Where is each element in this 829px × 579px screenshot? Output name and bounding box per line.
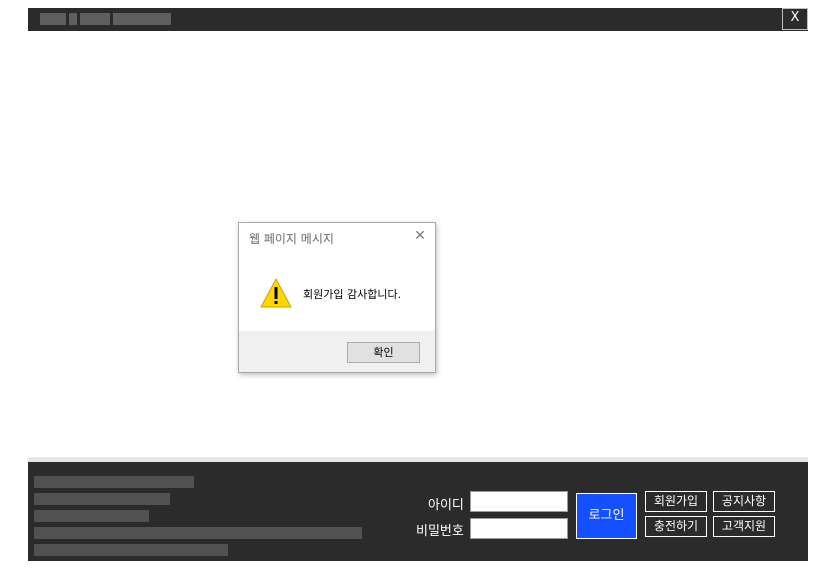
warning-icon [260, 277, 292, 308]
footer-bar: 아이디 비밀번호 로그인 회원가입 공지사항 충전하기 고객지원 [28, 462, 808, 561]
notice-button[interactable]: 공지사항 [713, 491, 775, 512]
message-dialog: 웹 페이지 메시지 ✕ 회원가입 감사합니다. 확인 [238, 222, 436, 373]
id-label: 아이디 [428, 498, 464, 513]
password-label: 비밀번호 [416, 524, 464, 539]
support-button[interactable]: 고객지원 [713, 516, 775, 537]
dialog-button-area: 확인 [239, 331, 435, 372]
password-input[interactable] [470, 518, 568, 539]
dialog-message: 회원가입 감사합니다. [303, 288, 402, 301]
charge-button[interactable]: 충전하기 [645, 516, 707, 537]
signup-button[interactable]: 회원가입 [645, 491, 707, 512]
ok-button[interactable]: 확인 [347, 342, 420, 363]
title-bar: X [28, 8, 808, 31]
blurred-company-info [34, 476, 364, 558]
login-button[interactable]: 로그인 [576, 493, 637, 539]
blurred-window-title [40, 13, 172, 25]
dialog-title: 웹 페이지 메시지 [249, 232, 334, 246]
window-close-button[interactable]: X [782, 8, 808, 30]
dialog-close-icon[interactable]: ✕ [413, 228, 427, 244]
id-input[interactable] [470, 491, 568, 512]
